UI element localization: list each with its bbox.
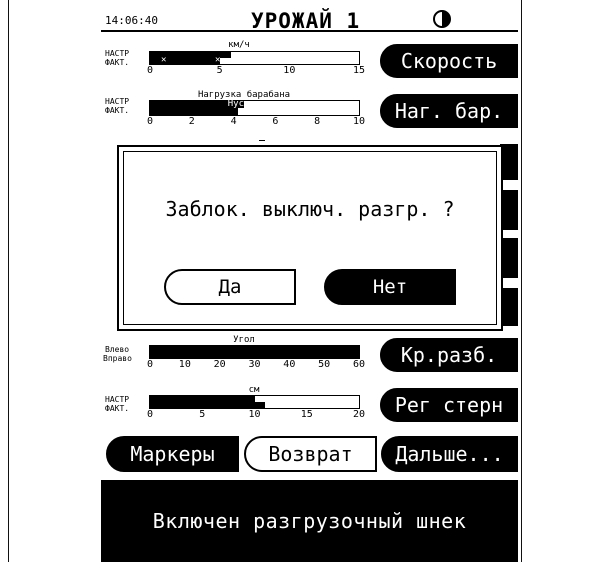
left-divider [8,0,9,562]
next-button[interactable]: Дальше... [381,436,518,472]
speed-marker-icon: ✕ [215,55,221,65]
angle-right-bar [150,352,359,358]
angle-left-label: Влево [105,345,130,354]
dialog-no-button[interactable]: Нет [324,269,456,305]
markers-button[interactable]: Маркеры [106,436,239,472]
day-night-mode-icon[interactable] [433,10,451,28]
angle-tick-label: 20 [213,359,226,370]
angle-tick-label: 40 [283,359,296,370]
drum-actual-label: ФАКТ. [105,106,130,115]
speed-setpoint-label: НАСТР [105,49,130,58]
angle-tick-label: 50 [318,359,331,370]
stubble-tick-label: 5 [199,409,206,420]
unload-lock-dialog: Заблок. выключ. разгр. ? Да Нет [117,145,503,331]
right-divider [521,0,522,562]
speed-tick-label: 5 [216,65,223,76]
angle-right-label: Вправо [103,354,132,363]
stubble-actual-bar [150,402,265,408]
clock: 14:06:40 [105,14,158,27]
angle-tick-label: 0 [146,359,154,370]
angle-tick-label: 60 [352,359,366,370]
angle-tick-label: 30 [248,359,261,370]
drum-tick-label: 8 [314,116,321,127]
dialog-yes-button[interactable]: Да [164,269,296,305]
drum-actual-bar [150,108,238,115]
drum-tick-label: 0 [146,116,154,127]
terminal-screen: 14:06:40 УРОЖАЙ 1 км/ч НАСТР ФАКТ. ✕ ✕ 0… [101,0,518,562]
back-button[interactable]: Возврат [244,436,377,472]
angle-tick-label: 10 [178,359,191,370]
angle-gauge-title: Угол [233,335,255,345]
speed-marker-icon: ✕ [161,55,167,65]
speed-gauge-title: км/ч [228,40,250,50]
drum-load-button[interactable]: Наг. бар. [380,94,518,128]
status-bar: Включен разгрузочный шнек [101,480,518,562]
speed-tick-label: 0 [146,65,154,76]
speed-tick-label: 15 [352,65,366,76]
stubble-setpoint-label: НАСТР [105,395,130,404]
spreader-button[interactable]: Кр.разб. [380,338,518,372]
drum-overlay-text: Нусшел [227,99,261,109]
drum-tick-label: 10 [352,116,366,127]
top-bar: 14:06:40 УРОЖАЙ 1 [101,8,518,33]
stubble-tick-label: 0 [146,409,154,420]
screenshot-frame: 14:06:40 УРОЖАЙ 1 км/ч НАСТР ФАКТ. ✕ ✕ 0… [0,0,605,562]
stubble-tick-label: 10 [248,409,261,420]
drum-setpoint-label: НАСТР [105,97,130,106]
stubble-tick-label: 15 [300,409,313,420]
screen-title: УРОЖАЙ 1 [251,9,361,33]
speed-button[interactable]: Скорость [380,44,518,78]
drum-tick-label: 6 [272,116,279,127]
speed-tick-label: 10 [283,65,296,76]
hidden-gauge-fragment [259,140,265,141]
stubble-actual-label: ФАКТ. [105,404,130,413]
drum-tick-label: 4 [230,116,237,127]
stubble-gauge-title: см [248,385,260,395]
dialog-question: Заблок. выключ. разгр. ? [165,197,455,221]
stubble-button[interactable]: Рег стерн [380,388,518,422]
drum-tick-label: 2 [188,116,195,127]
stubble-tick-label: 20 [352,409,366,420]
speed-actual-label: ФАКТ. [105,58,130,67]
